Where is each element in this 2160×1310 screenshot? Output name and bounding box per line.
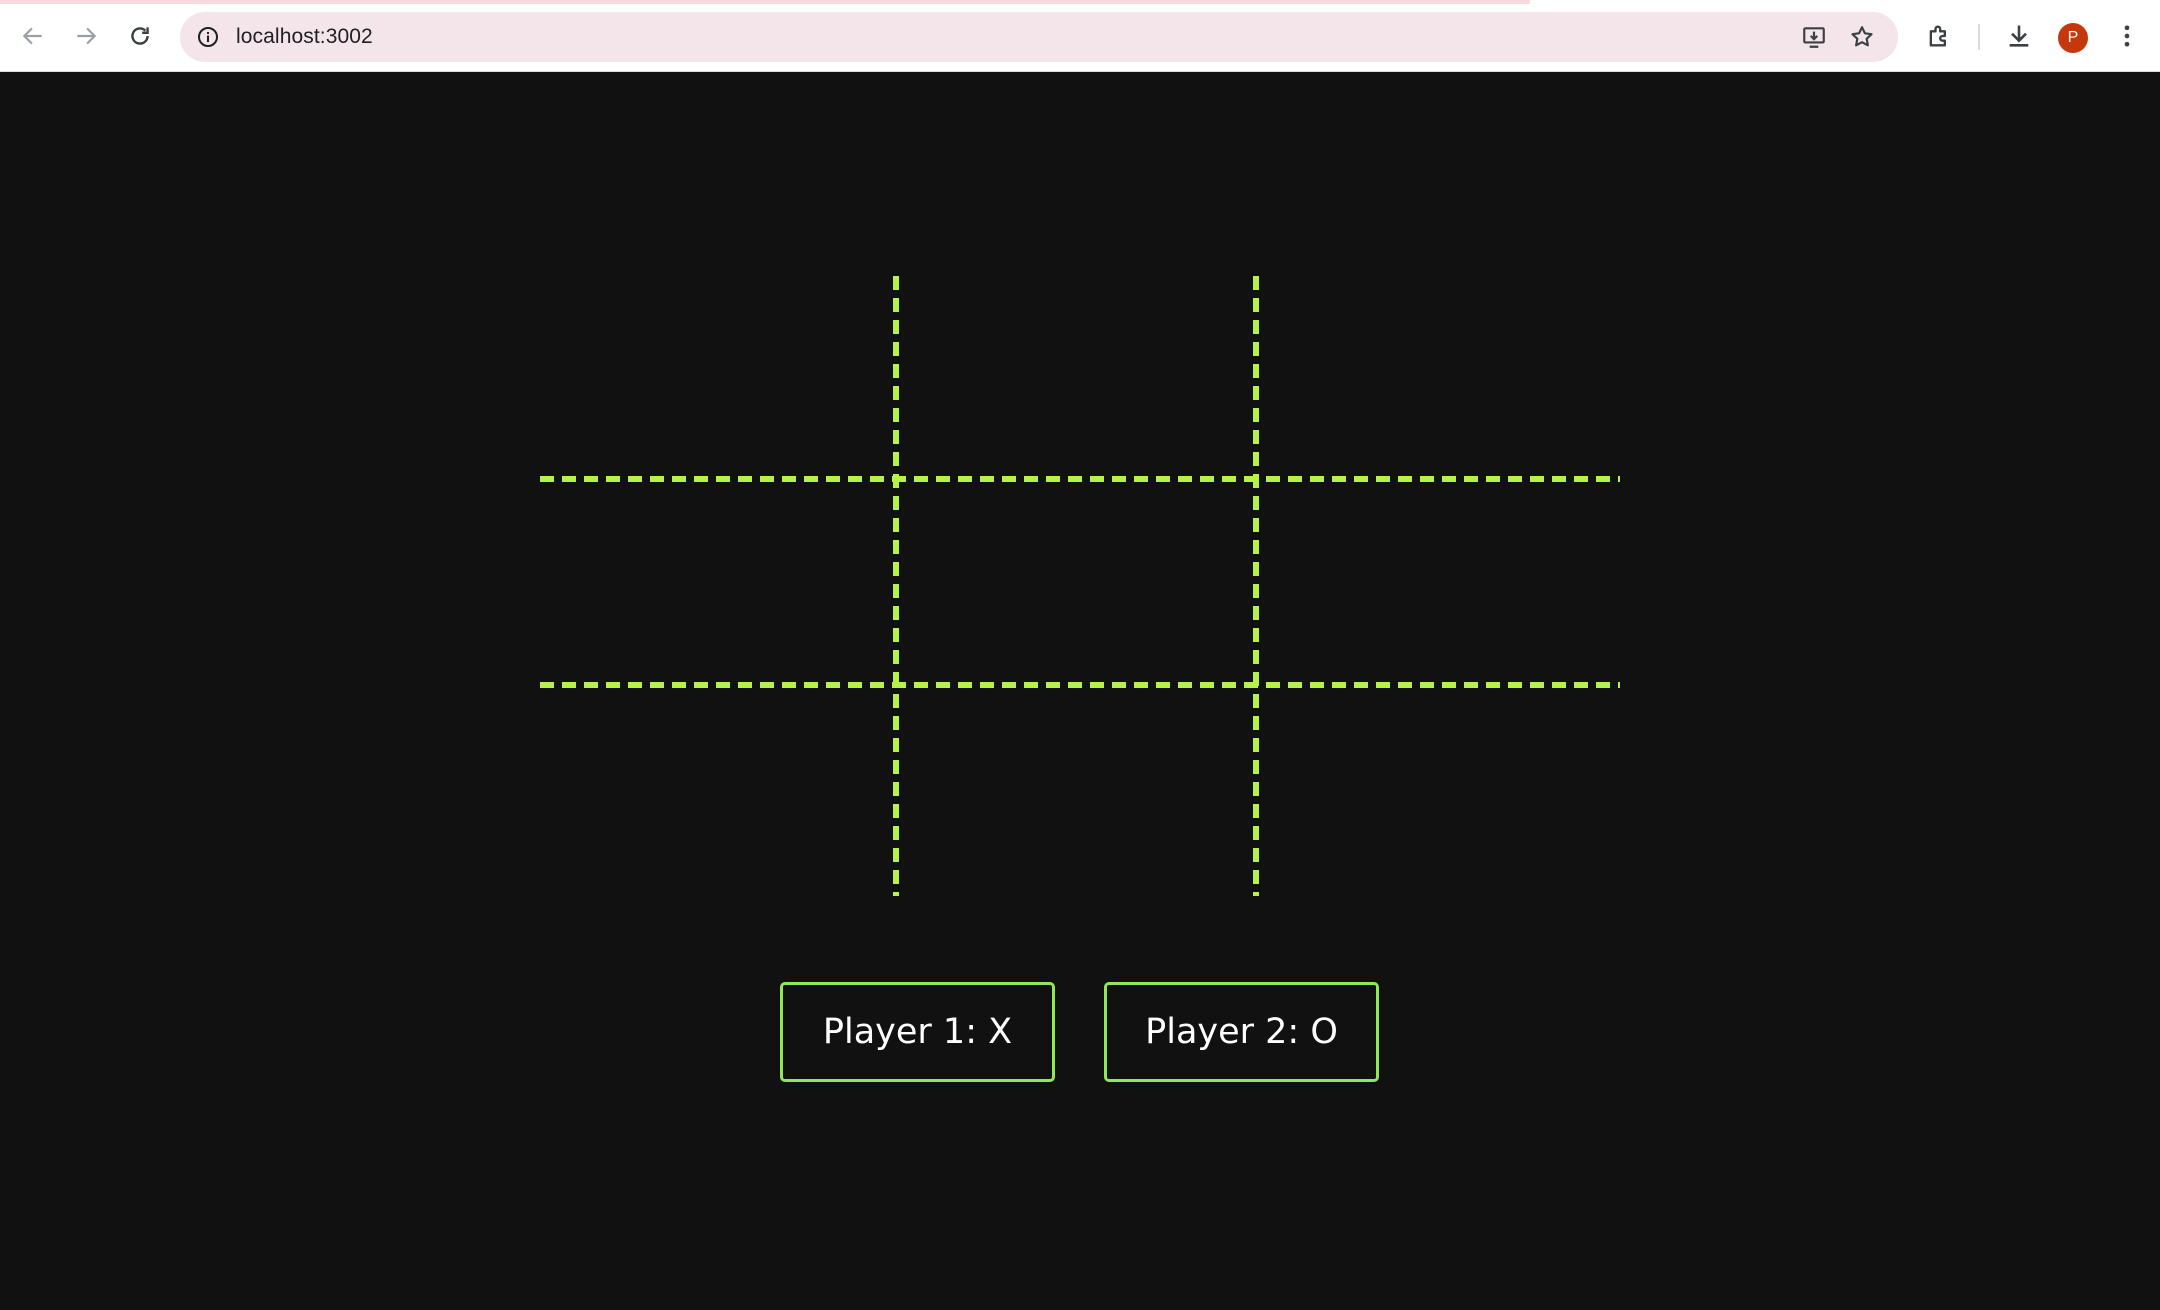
board-cell-8[interactable]	[896, 685, 1256, 896]
back-button[interactable]	[13, 16, 53, 56]
game-board	[0, 0, 2160, 1310]
install-app-icon	[1803, 27, 1825, 48]
install-app-button[interactable]	[1798, 21, 1830, 53]
board-cell-6[interactable]	[1256, 479, 1620, 685]
board-cell-3[interactable]	[1256, 276, 1620, 479]
board-cell-9[interactable]	[1256, 685, 1620, 896]
board-cell-4[interactable]	[540, 479, 896, 685]
info-icon	[198, 27, 218, 47]
board-cell-5[interactable]	[896, 479, 1256, 685]
downloads-button[interactable]	[2000, 17, 2038, 55]
loading-bar	[0, 0, 1530, 4]
toolbar-separator	[1978, 24, 1980, 50]
profile-avatar[interactable]: P	[2058, 23, 2088, 53]
kebab-menu-icon	[2124, 25, 2130, 47]
browser-toolbar: localhost:3002 P	[0, 0, 2160, 72]
arrow-left-icon	[22, 27, 42, 45]
forward-button[interactable]	[66, 16, 106, 56]
star-icon	[1851, 26, 1873, 47]
download-icon	[2009, 25, 2029, 47]
arrow-right-icon	[77, 27, 97, 45]
url-text[interactable]: localhost:3002	[236, 25, 373, 49]
board-cell-1[interactable]	[540, 276, 896, 479]
puzzle-icon	[1929, 25, 1946, 47]
site-info-button[interactable]	[192, 21, 224, 53]
address-bar[interactable]: localhost:3002	[180, 12, 1898, 62]
board-cell-7[interactable]	[540, 685, 896, 896]
reload-icon	[131, 27, 149, 45]
browser-menu-button[interactable]	[2108, 17, 2146, 55]
reload-button[interactable]	[120, 16, 160, 56]
bookmark-button[interactable]	[1846, 21, 1878, 53]
extensions-button[interactable]	[1920, 17, 1958, 55]
player-1-button[interactable]: Player 1: X	[780, 982, 1055, 1082]
player-2-button[interactable]: Player 2: O	[1104, 982, 1379, 1082]
board-cell-2[interactable]	[896, 276, 1256, 479]
